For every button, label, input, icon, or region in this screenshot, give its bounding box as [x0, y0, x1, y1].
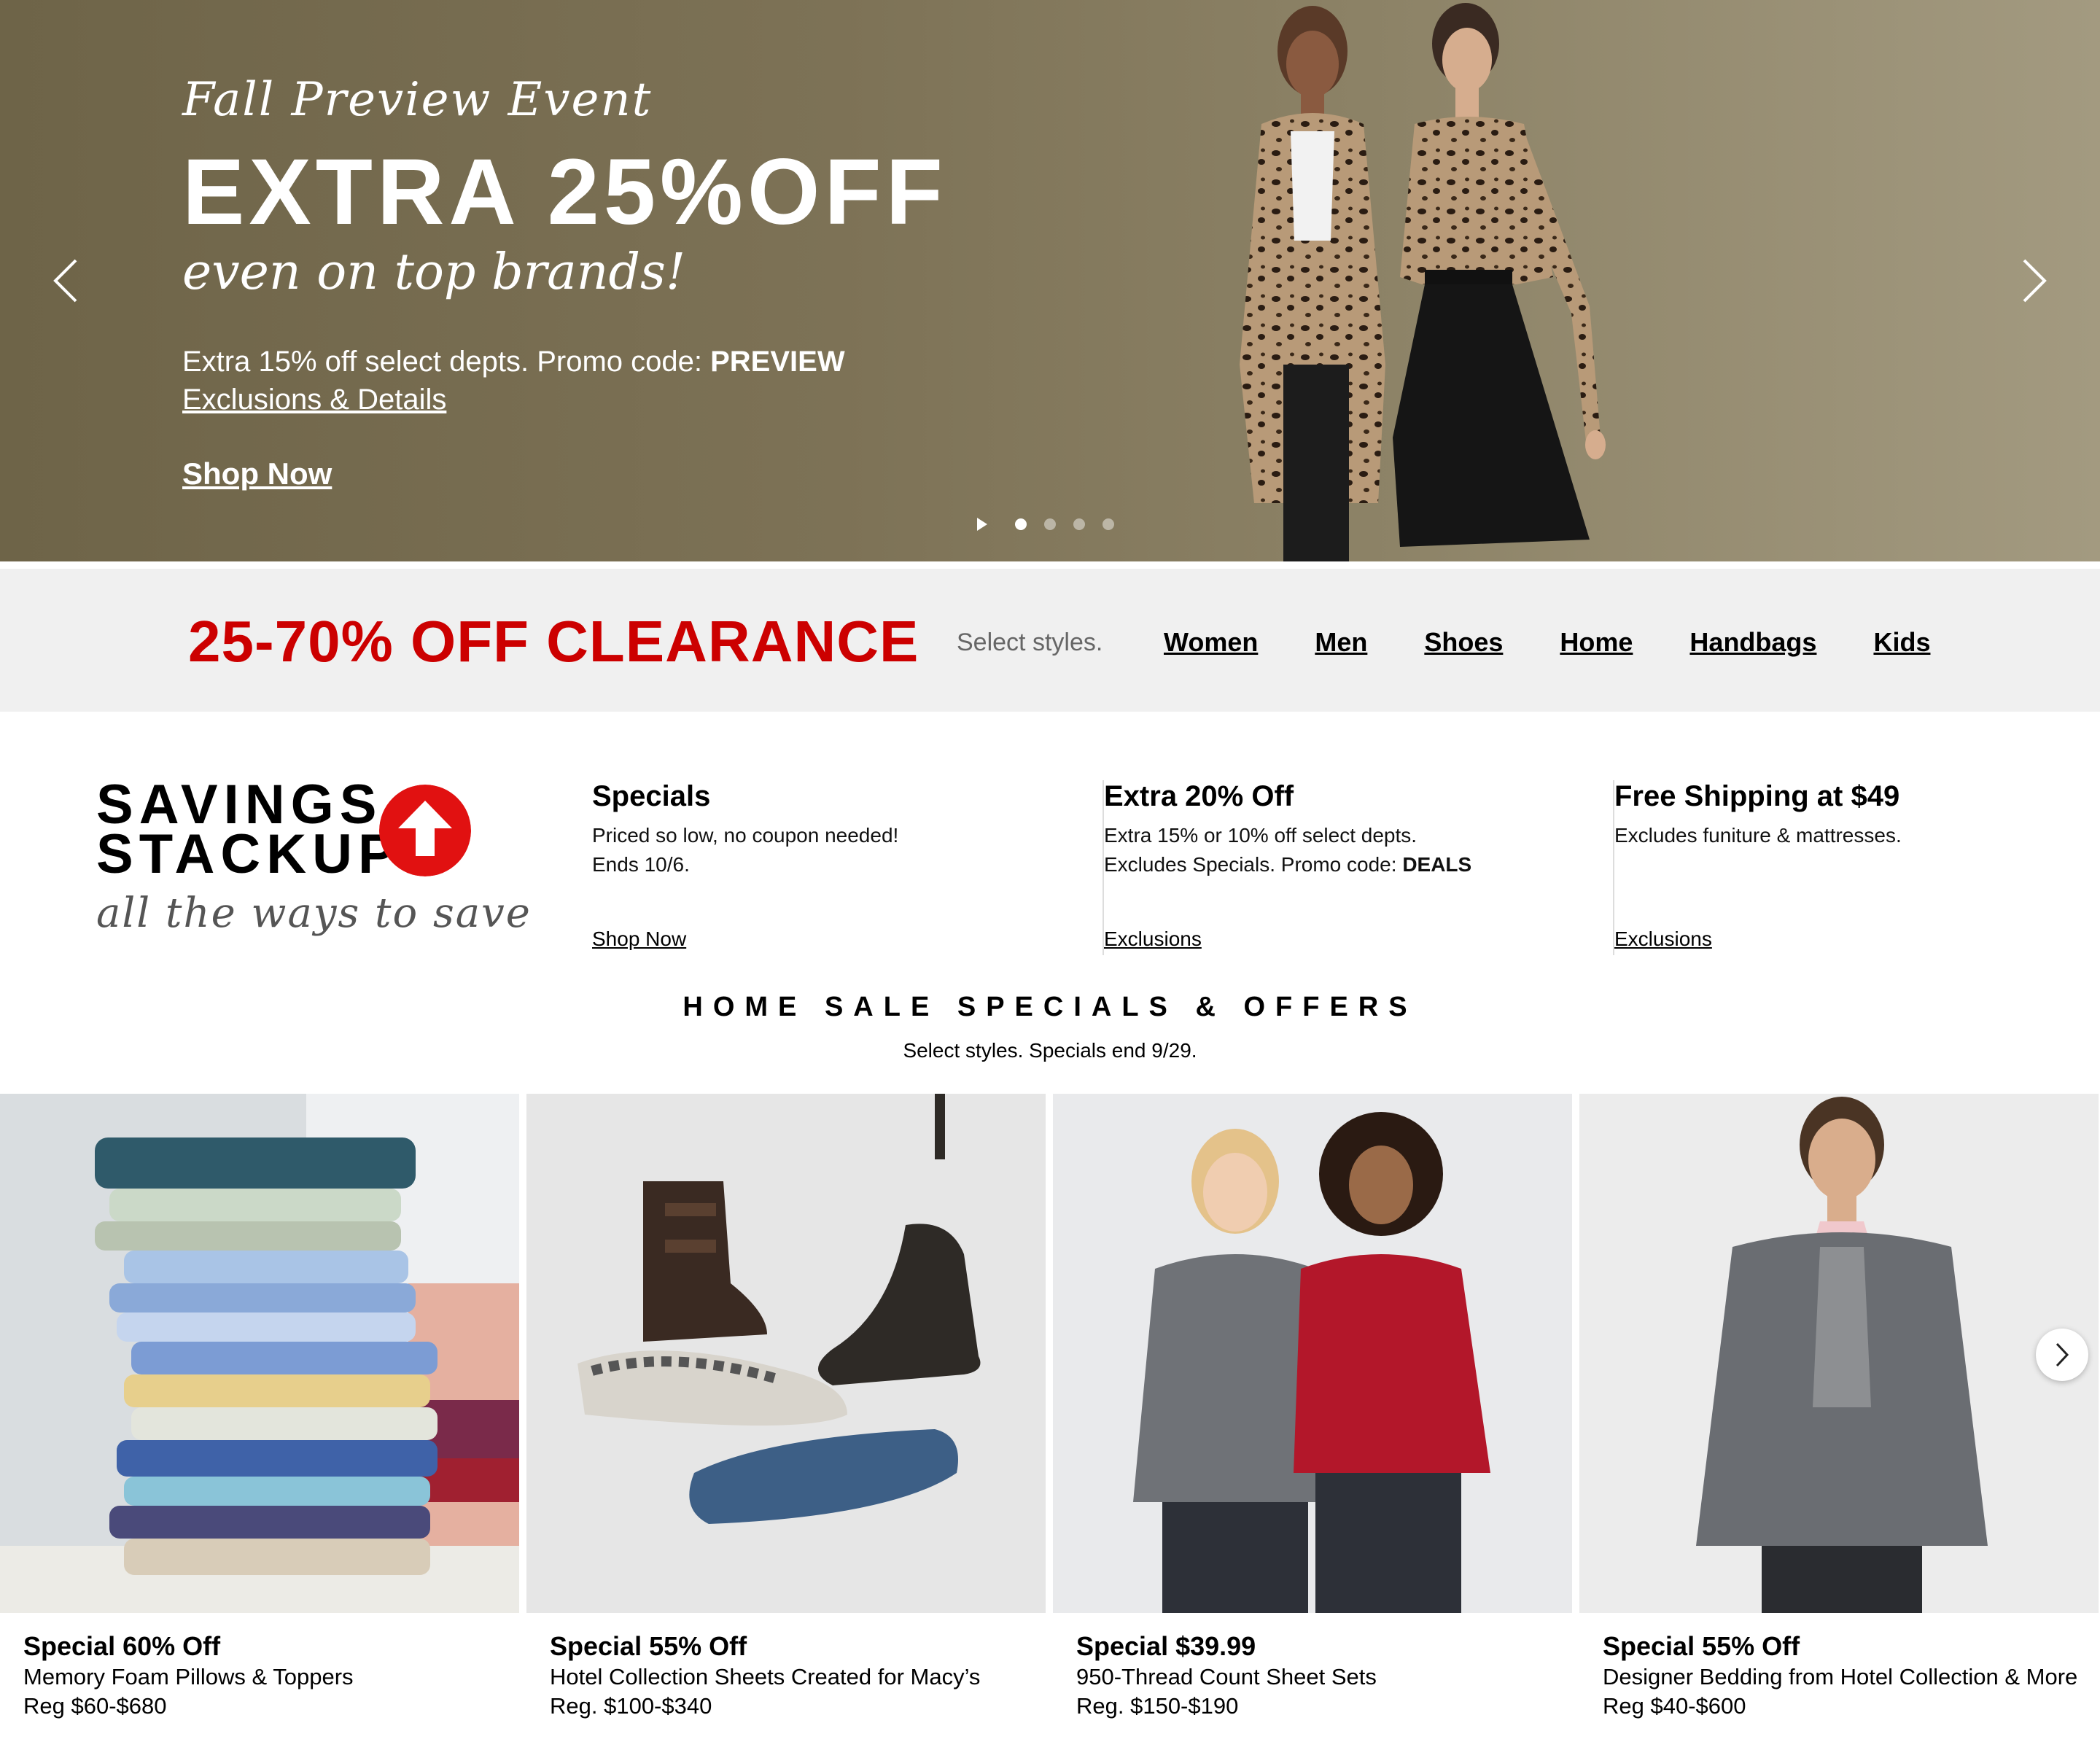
product-card-text: Special 55% Off Hotel Collection Sheets … — [550, 1630, 1031, 1721]
hero-subhead: even on top brands! — [182, 244, 686, 301]
product-card-text: Special 55% Off Designer Bedding from Ho… — [1603, 1630, 2084, 1721]
product-card[interactable]: Special 55% Off Hotel Collection Sheets … — [526, 1094, 1046, 1750]
product-deal: Special 55% Off — [1603, 1631, 1800, 1661]
hero-models-image — [1240, 3, 1606, 561]
chevron-right-icon — [2023, 259, 2047, 303]
chevron-left-icon — [53, 259, 77, 303]
offer-free-shipping: Free Shipping at $49 Excludes funiture &… — [1613, 780, 2080, 955]
home-sale-header: HOME SALE SPECIALS & OFFERS Select style… — [0, 992, 2100, 1062]
offer-shop-now-link[interactable]: Shop Now — [592, 928, 686, 951]
clearance-link-shoes[interactable]: Shoes — [1424, 627, 1503, 658]
hero-exclusions-link[interactable]: Exclusions & Details — [182, 384, 947, 421]
product-desc: Designer Bedding from Hotel Collection &… — [1603, 1664, 2078, 1689]
offer-title: Extra 20% Off — [1104, 780, 1294, 812]
hero-next-button[interactable] — [2012, 255, 2056, 306]
product-carousel: Special 60% Off Memory Foam Pillows & To… — [0, 1094, 2100, 1750]
product-card-text: Special 60% Off Memory Foam Pillows & To… — [23, 1630, 505, 1721]
offer-title: Free Shipping at $49 — [1614, 780, 1900, 812]
product-desc: Hotel Collection Sheets Created for Macy… — [550, 1664, 981, 1689]
offer-promo-code: DEALS — [1402, 853, 1472, 876]
product-deal: Special 55% Off — [550, 1631, 747, 1661]
offer-line: Priced so low, no coupon needed! — [592, 824, 899, 847]
hero-text-block: Fall Preview Event EXTRA 25%OFF even on … — [182, 73, 947, 491]
clearance-title[interactable]: 25-70% OFF CLEARANCE — [188, 608, 919, 675]
clearance-link-handbags[interactable]: Handbags — [1689, 627, 1816, 658]
home-sale-subtitle: Select styles. Specials end 9/29. — [903, 1039, 1197, 1062]
hero-dot-4[interactable] — [1102, 518, 1114, 530]
product-reg-price: Reg $40-$600 — [1603, 1693, 1746, 1719]
offer-title: Specials — [592, 780, 711, 812]
product-card[interactable]: Special 55% Off Designer Bedding from Ho… — [1579, 1094, 2099, 1750]
product-reg-price: Reg. $100-$340 — [550, 1693, 712, 1719]
hero-shop-now-link[interactable]: Shop Now — [182, 456, 947, 491]
hero-headline: EXTRA 25%OFF — [182, 140, 947, 244]
offer-specials: Specials Priced so low, no coupon needed… — [592, 780, 1059, 955]
hero-prev-button[interactable] — [44, 255, 88, 306]
chevron-right-icon — [2056, 1342, 2069, 1367]
offer-extra-20: Extra 20% Off Extra 15% or 10% off selec… — [1102, 780, 1569, 955]
play-icon[interactable] — [977, 518, 987, 531]
clearance-select-text: Select styles. — [957, 629, 1103, 656]
offer-exclusions-link[interactable]: Exclusions — [1614, 928, 1712, 951]
arrow-up-icon — [379, 785, 471, 876]
savings-stackup-logo: SAVINGS STACKUP all the ways to save — [96, 777, 532, 938]
shoes-assortment-photo — [526, 1094, 1046, 1613]
product-reg-price: Reg. $150-$190 — [1076, 1693, 1239, 1719]
offer-line: Ends 10/6. — [592, 853, 690, 876]
hero-promo-text: Extra 15% off select depts. Promo code: — [182, 346, 711, 378]
hero-eyebrow: Fall Preview Event — [182, 73, 653, 127]
product-desc: Memory Foam Pillows & Toppers — [23, 1664, 354, 1689]
clearance-link-home[interactable]: Home — [1560, 627, 1633, 658]
product-card[interactable]: Special 60% Off Memory Foam Pillows & To… — [0, 1094, 519, 1750]
hero-dot-3[interactable] — [1073, 518, 1085, 530]
hero-dot-2[interactable] — [1044, 518, 1056, 530]
hero-promo-code: PREVIEW — [710, 346, 845, 378]
product-reg-price: Reg $60-$680 — [23, 1693, 167, 1719]
product-deal: Special $39.99 — [1076, 1631, 1256, 1661]
mens-blazer-photo — [1579, 1094, 2099, 1613]
clearance-link-men[interactable]: Men — [1315, 627, 1367, 658]
stackup-tagline: all the ways to save — [96, 890, 532, 937]
home-sale-title: HOME SALE SPECIALS & OFFERS — [682, 992, 1418, 1022]
clearance-link-kids[interactable]: Kids — [1873, 627, 1930, 658]
product-desc: 950-Thread Count Sheet Sets — [1076, 1664, 1377, 1689]
offer-line: Excludes funiture & mattresses. — [1614, 824, 1902, 847]
product-deal: Special 60% Off — [23, 1631, 221, 1661]
product-card[interactable]: Special $39.99 950-Thread Count Sheet Se… — [1053, 1094, 1572, 1750]
offer-line: Excludes Specials. Promo code: DEALS — [1104, 850, 1471, 879]
clearance-category-links: Women Men Shoes Home Handbags Kids — [1164, 627, 1987, 658]
offer-line-prefix: Excludes Specials. Promo code: — [1104, 853, 1403, 876]
clearance-link-women[interactable]: Women — [1164, 627, 1258, 658]
hero-slide-indicator — [977, 518, 1114, 531]
savings-stackup-section: SAVINGS STACKUP all the ways to save Spe… — [0, 758, 2100, 955]
offer-exclusions-link[interactable]: Exclusions — [1104, 928, 1202, 951]
offer-line: Extra 15% or 10% off select depts. — [1104, 824, 1418, 847]
carousel-next-button[interactable] — [2036, 1329, 2088, 1381]
product-card-text: Special $39.99 950-Thread Count Sheet Se… — [1076, 1630, 1558, 1721]
hero-dot-1[interactable] — [1015, 518, 1027, 530]
clearance-bar: 25-70% OFF CLEARANCE Select styles. Wome… — [0, 569, 2100, 712]
puffer-jackets-photo — [1053, 1094, 1572, 1613]
stacked-sheets-photo — [0, 1094, 519, 1613]
hero-banner[interactable]: Fall Preview Event EXTRA 25%OFF even on … — [0, 0, 2100, 561]
hero-promo: Extra 15% off select depts. Promo code: … — [182, 346, 947, 384]
